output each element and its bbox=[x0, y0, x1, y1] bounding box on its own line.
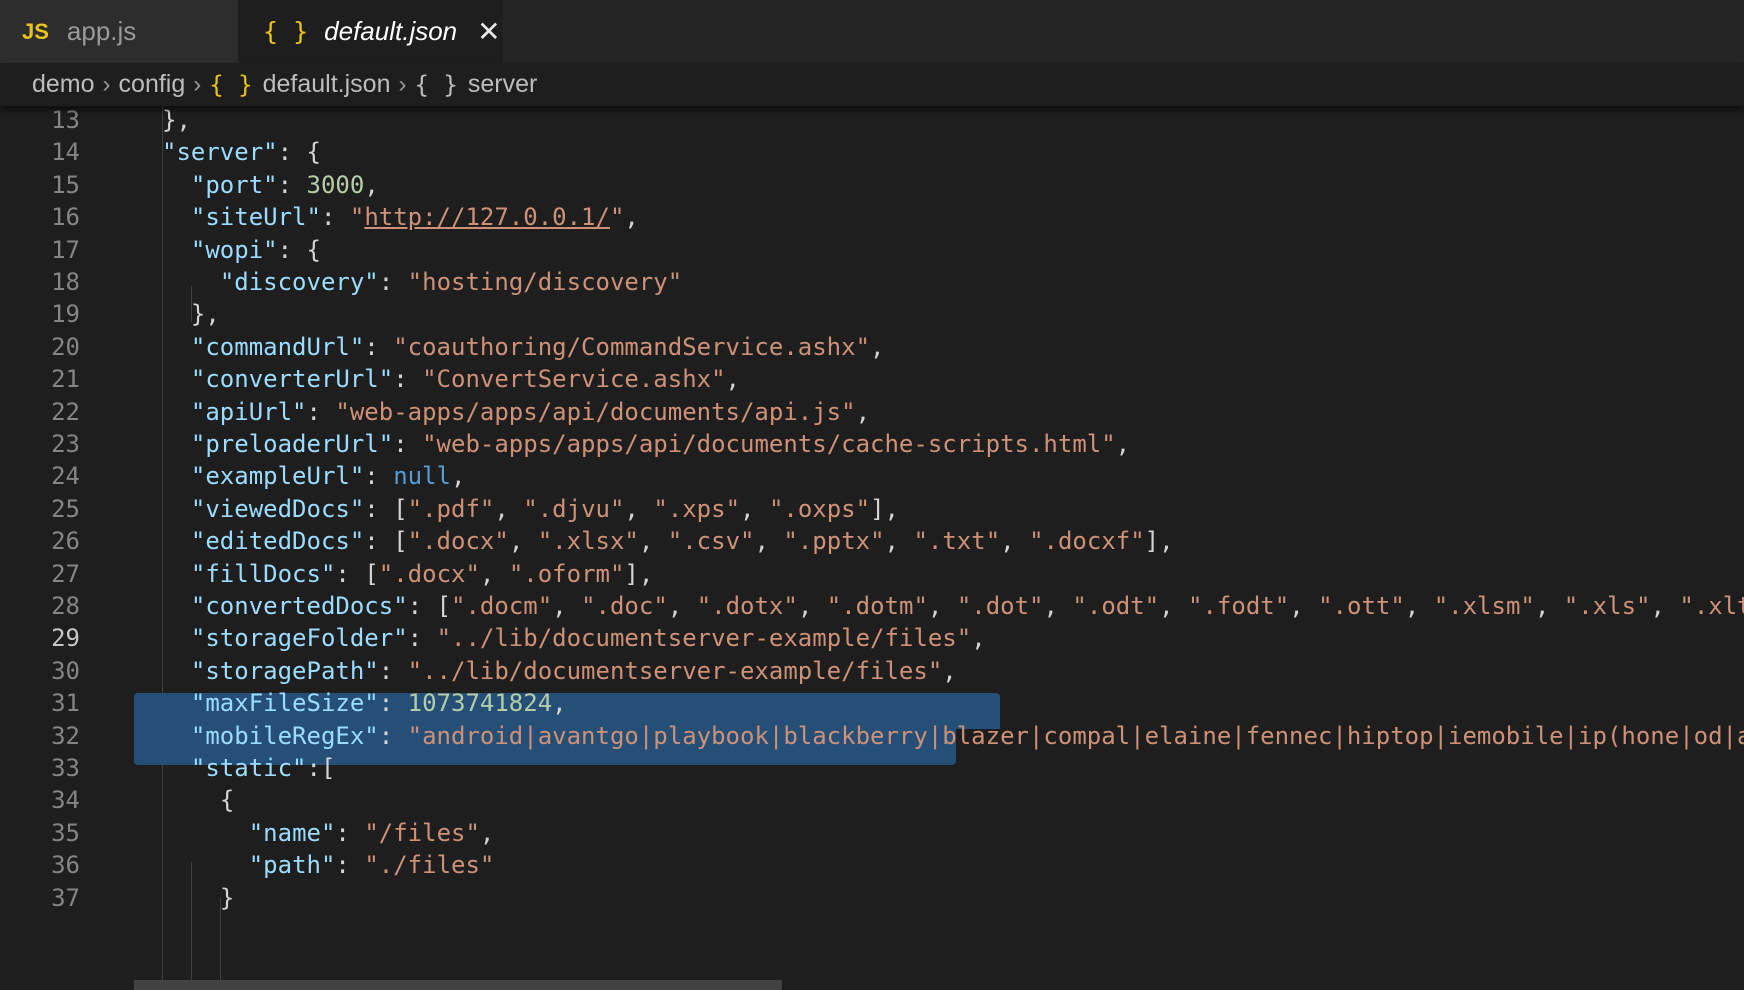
tab-label: default.json bbox=[324, 16, 458, 46]
code-line[interactable]: 21 "converterUrl": "ConvertService.ashx"… bbox=[0, 361, 1744, 397]
code-text: "commandUrl": "coauthoring/CommandServic… bbox=[190, 332, 885, 361]
code-line[interactable]: 34 { bbox=[0, 782, 1744, 818]
code-editor[interactable]: 13}, 14 "server": {15 "port": 3000, 16 "sit… bbox=[0, 106, 1744, 990]
code-text: "name": "/files", bbox=[248, 818, 495, 847]
line-number: 37 bbox=[51, 883, 80, 912]
code-text: "viewedDocs": [".pdf", ".djvu", ".xps", … bbox=[190, 494, 899, 523]
json-file-icon: { } bbox=[209, 70, 253, 99]
code-line[interactable]: 13}, bbox=[0, 106, 1744, 138]
chevron-right-icon: › bbox=[102, 70, 111, 98]
line-number: 28 bbox=[51, 592, 80, 620]
tab-app-js[interactable]: JS app.js bbox=[0, 0, 239, 63]
line-number: 24 bbox=[51, 462, 80, 491]
code-line[interactable]: 22 "apiUrl": "web-apps/apps/api/document… bbox=[0, 394, 1744, 430]
tab-bar: JS app.js { } default.json ✕ bbox=[0, 0, 1744, 63]
code-line[interactable]: 23 "preloaderUrl": "web-apps/apps/api/do… bbox=[0, 426, 1744, 462]
code-text: "static":[ bbox=[190, 754, 336, 782]
code-line[interactable]: 32 "mobileRegEx": "android|avantgo|playb… bbox=[0, 718, 1744, 754]
line-number: 36 bbox=[51, 851, 80, 880]
code-line[interactable]: 15 "port": 3000, bbox=[0, 167, 1744, 203]
code-line[interactable]: 20 "commandUrl": "coauthoring/CommandSer… bbox=[0, 329, 1744, 365]
line-number: 27 bbox=[51, 559, 80, 588]
code-text: "mobileRegEx": "android|avantgo|playbook… bbox=[190, 721, 1744, 750]
code-line[interactable]: 29 "storageFolder": "../lib/documentserv… bbox=[0, 620, 1744, 656]
code-line[interactable]: 35 "name": "/files", bbox=[0, 815, 1744, 851]
code-line[interactable]: 31 "maxFileSize": 1073741824, bbox=[0, 685, 1744, 721]
code-text: "maxFileSize": 1073741824, bbox=[190, 689, 567, 718]
code-text: "apiUrl": "web-apps/apps/api/documents/a… bbox=[190, 397, 871, 426]
code-line[interactable]: 19 }, bbox=[0, 296, 1744, 332]
code-text: "storagePath": "../lib/documentserver-ex… bbox=[190, 656, 957, 685]
line-number: 18 bbox=[51, 268, 80, 296]
code-text: "exampleUrl": null, bbox=[190, 462, 466, 491]
code-line[interactable]: 30 "storagePath": "../lib/documentserver… bbox=[0, 653, 1744, 689]
chevron-right-icon: › bbox=[398, 70, 407, 98]
breadcrumb: demo › config › { } default.json › { } s… bbox=[0, 63, 1744, 106]
line-number: 23 bbox=[51, 430, 80, 458]
code-line[interactable]: 16 "siteUrl": "http://127.0.0.1/", bbox=[0, 199, 1744, 235]
code-line[interactable]: 33 "static":[ bbox=[0, 750, 1744, 786]
code-text: "wopi": { bbox=[190, 235, 321, 264]
line-number: 14 bbox=[51, 138, 80, 167]
code-text: "discovery": "hosting/discovery" bbox=[219, 268, 683, 296]
code-line[interactable]: 17 "wopi": { bbox=[0, 232, 1744, 268]
line-number: 22 bbox=[51, 397, 80, 426]
code-line[interactable]: 14 "server": { bbox=[0, 134, 1744, 170]
line-number: 35 bbox=[51, 818, 80, 847]
chevron-right-icon: › bbox=[193, 70, 202, 98]
code-line[interactable]: 25 "viewedDocs": [".pdf", ".djvu", ".xps… bbox=[0, 491, 1744, 527]
code-text: "convertedDocs": [".docm", ".doc", ".dot… bbox=[190, 592, 1744, 620]
line-number: 15 bbox=[51, 170, 80, 199]
line-number: 16 bbox=[51, 203, 80, 232]
line-number: 30 bbox=[51, 656, 80, 685]
line-number: 19 bbox=[51, 300, 80, 329]
line-number: 31 bbox=[51, 689, 80, 718]
code-line[interactable]: 37 } bbox=[0, 880, 1744, 916]
breadcrumb-item-file[interactable]: default.json bbox=[263, 70, 391, 99]
code-text: "preloaderUrl": "web-apps/apps/api/docum… bbox=[190, 430, 1131, 458]
close-icon[interactable]: ✕ bbox=[477, 17, 500, 46]
line-number: 34 bbox=[51, 786, 80, 815]
breadcrumb-item-config[interactable]: config bbox=[119, 70, 186, 99]
tab-label: app.js bbox=[66, 16, 137, 46]
code-text: "server": { bbox=[162, 138, 321, 167]
code-line[interactable]: 28 "convertedDocs": [".docm", ".doc", ".… bbox=[0, 588, 1744, 624]
code-text: } bbox=[219, 883, 235, 912]
object-braces-icon: { } bbox=[414, 70, 458, 99]
javascript-file-icon: JS bbox=[22, 18, 49, 44]
breadcrumb-item-server[interactable]: server bbox=[468, 70, 537, 99]
line-number: 25 bbox=[51, 494, 80, 523]
horizontal-scrollbar[interactable] bbox=[134, 980, 782, 990]
line-number: 33 bbox=[51, 754, 80, 782]
code-line[interactable]: 24 "exampleUrl": null, bbox=[0, 458, 1744, 494]
code-text: }, bbox=[162, 106, 191, 134]
line-number: 21 bbox=[51, 365, 80, 394]
tab-default-json[interactable]: { } default.json ✕ bbox=[239, 0, 503, 63]
line-number: 17 bbox=[51, 235, 80, 264]
line-number: 13 bbox=[51, 106, 80, 134]
code-text: "storageFolder": "../lib/documentserver-… bbox=[190, 624, 986, 653]
code-text: { bbox=[219, 786, 235, 815]
line-number: 26 bbox=[51, 527, 80, 556]
line-number: 29 bbox=[51, 624, 80, 653]
code-text: "editedDocs": [".docx", ".xlsx", ".csv",… bbox=[190, 527, 1174, 556]
json-file-icon: { } bbox=[263, 17, 309, 46]
code-text: }, bbox=[190, 300, 220, 329]
breadcrumb-item-demo[interactable]: demo bbox=[32, 70, 95, 99]
line-number: 20 bbox=[51, 332, 80, 361]
code-line[interactable]: 26 "editedDocs": [".docx", ".xlsx", ".cs… bbox=[0, 523, 1744, 559]
code-line[interactable]: 18 "discovery": "hosting/discovery" bbox=[0, 264, 1744, 300]
code-line[interactable]: 36 "path": "./files" bbox=[0, 847, 1744, 883]
code-text: "path": "./files" bbox=[248, 851, 495, 880]
code-text: "port": 3000, bbox=[190, 170, 379, 199]
line-number: 32 bbox=[51, 721, 80, 750]
code-line[interactable]: 27 "fillDocs": [".docx", ".oform"], bbox=[0, 556, 1744, 592]
code-text: "siteUrl": "http://127.0.0.1/", bbox=[190, 203, 639, 232]
code-text: "converterUrl": "ConvertService.ashx", bbox=[190, 365, 740, 394]
code-text: "fillDocs": [".docx", ".oform"], bbox=[190, 559, 654, 588]
